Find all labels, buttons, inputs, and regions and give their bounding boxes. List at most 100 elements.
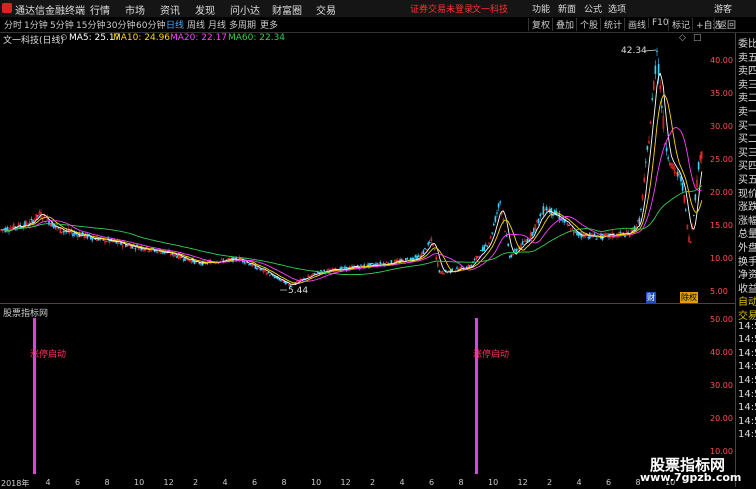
- candle-body: [320, 270, 322, 272]
- candle-body: [640, 208, 642, 210]
- adjust-button[interactable]: 复权: [528, 18, 550, 31]
- menu-market[interactable]: 市场: [125, 2, 145, 17]
- candle-body: [477, 256, 479, 258]
- tab-monthly[interactable]: 月线: [208, 18, 226, 31]
- candle-body: [249, 264, 252, 266]
- tab-30min[interactable]: 30分钟: [106, 18, 135, 31]
- candle-body: [545, 206, 548, 211]
- menu-quotes[interactable]: 行情: [90, 2, 110, 17]
- financial-badge[interactable]: 财: [646, 292, 656, 303]
- menu-trade[interactable]: 交易: [316, 2, 336, 17]
- indicator-tick: 20.00: [710, 414, 733, 423]
- single-stock-button[interactable]: 个股: [576, 18, 598, 31]
- ma20-line: [1, 127, 702, 282]
- candle-body: [414, 255, 417, 258]
- candle-body: [473, 258, 476, 260]
- ma-info-bar: 文一科技(日线) ⊙ MA5: 25.17 MA10: 24.96 MA20: …: [0, 33, 735, 46]
- candle-body: [115, 241, 117, 244]
- side-panel-label: 14:56: [738, 334, 756, 346]
- candle-body: [248, 264, 250, 266]
- tab-minute-chart[interactable]: 分时: [4, 18, 22, 31]
- indicator-chart[interactable]: [0, 304, 708, 476]
- candle-body: [427, 242, 430, 245]
- date-tick: 2: [370, 478, 376, 487]
- menu-new-page[interactable]: 新面: [558, 2, 576, 15]
- tab-weekly[interactable]: 周线: [187, 18, 205, 31]
- menu-news[interactable]: 资讯: [160, 2, 180, 17]
- candle-body: [513, 249, 516, 251]
- draw-line-button[interactable]: 画线: [624, 18, 646, 31]
- menu-options[interactable]: 选项: [608, 2, 626, 15]
- candle-body: [685, 209, 687, 211]
- candle-body: [656, 50, 658, 52]
- candle-body: [267, 272, 270, 274]
- guest-account[interactable]: 游客: [714, 2, 732, 15]
- ex-rights-badge[interactable]: 除权: [680, 292, 698, 303]
- side-panel-label: 14:56: [738, 361, 756, 373]
- candle-body: [313, 272, 316, 275]
- date-tick: 4: [576, 478, 582, 487]
- indicator-tick: 30.00: [710, 381, 733, 390]
- tab-daily[interactable]: 日线: [166, 18, 184, 31]
- candle-body: [499, 201, 502, 203]
- candle-body: [270, 274, 273, 276]
- tab-60min[interactable]: 60分钟: [136, 18, 165, 31]
- candle-body: [531, 232, 533, 236]
- candle-body: [153, 250, 156, 252]
- ma5-line: [1, 72, 703, 285]
- candle-body: [124, 244, 127, 247]
- menu-ask[interactable]: 问小达: [230, 2, 260, 17]
- menu-formula[interactable]: 公式: [584, 2, 602, 15]
- candle-body: [75, 233, 77, 235]
- tab-multi-period[interactable]: 多周期: [229, 18, 256, 31]
- candle-body: [654, 65, 657, 74]
- candle-body: [697, 162, 700, 170]
- trade-login-status[interactable]: 证券交易未登录: [410, 2, 473, 15]
- candle-body: [390, 260, 393, 264]
- date-tick: 4: [45, 478, 51, 487]
- candle-body: [379, 261, 382, 266]
- candle-body: [30, 219, 33, 221]
- candle-body: [665, 147, 668, 152]
- candle-body: [539, 213, 541, 217]
- candle-body: [470, 264, 473, 266]
- ma60-line: [1, 185, 703, 276]
- candle-body: [62, 231, 65, 233]
- side-panel-label: 14:56: [738, 347, 756, 359]
- tab-15min[interactable]: 15分钟: [76, 18, 105, 31]
- candle-body: [301, 279, 303, 281]
- candle-body: [371, 263, 374, 265]
- tab-more[interactable]: 更多: [260, 18, 278, 31]
- candle-body: [494, 216, 497, 222]
- mark-button[interactable]: 标记: [668, 18, 690, 31]
- side-panel-label: 14:56: [738, 320, 756, 332]
- overlay-button[interactable]: 叠加: [552, 18, 574, 31]
- date-tick: 2: [547, 478, 553, 487]
- candle-body: [568, 224, 570, 226]
- side-panel-label: 14:56: [738, 415, 756, 427]
- candle-body: [651, 98, 653, 101]
- candle-body: [558, 213, 561, 220]
- menu-discover[interactable]: 发现: [195, 2, 215, 17]
- menu-wealth[interactable]: 财富圈: [272, 2, 302, 17]
- candlestick-chart[interactable]: [0, 46, 708, 303]
- f10-button[interactable]: F10: [648, 18, 669, 28]
- candle-body: [256, 267, 258, 270]
- statistics-button[interactable]: 统计: [600, 18, 622, 31]
- back-button[interactable]: 返回: [714, 18, 736, 31]
- candle-body: [403, 261, 406, 263]
- menu-functions[interactable]: 功能: [532, 2, 550, 15]
- watermark-logo: 股票指标网 www.7gpzb.com: [640, 454, 741, 487]
- candle-body: [72, 233, 74, 237]
- candle-body: [681, 182, 684, 191]
- candle-body: [667, 157, 669, 160]
- tab-5min[interactable]: 5分钟: [50, 18, 74, 31]
- collapse-icon[interactable]: □: [693, 33, 702, 43]
- price-tick: 5.00: [710, 287, 728, 296]
- candle-body: [521, 241, 524, 245]
- chart-settings-icon[interactable]: ◇: [679, 33, 686, 43]
- settings-icon[interactable]: ⊙: [60, 33, 68, 43]
- current-stock-tag[interactable]: 文一科技: [472, 2, 508, 15]
- candle-body: [200, 263, 202, 265]
- tab-1min[interactable]: 1分钟: [24, 18, 48, 31]
